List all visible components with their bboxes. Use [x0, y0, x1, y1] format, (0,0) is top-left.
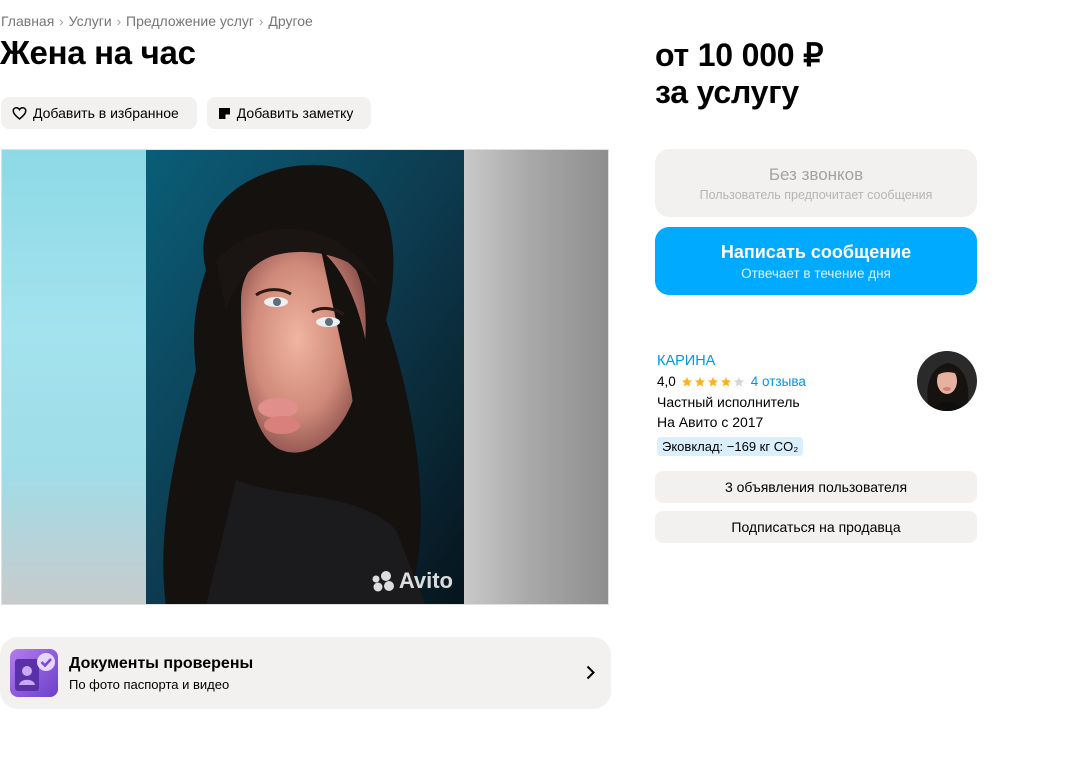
page-title: Жена на час: [0, 34, 196, 71]
gallery-blur-left: [2, 150, 146, 604]
main-photo[interactable]: Avito: [146, 150, 465, 604]
star-icon: [720, 376, 731, 386]
write-message-button[interactable]: Написать сообщение Отвечает в течение дн…: [655, 227, 977, 295]
reviews-link[interactable]: 4 отзыва: [751, 374, 806, 389]
avito-logo-icon: [372, 571, 394, 592]
price: от 10 000 ₽ за услугу: [655, 37, 823, 111]
breadcrumb-home[interactable]: Главная: [1, 13, 54, 29]
eco-contribution-badge[interactable]: Эковклад: −169 кг CO₂: [657, 437, 804, 456]
price-amount: от 10 000 ₽: [655, 37, 824, 73]
user-ads-button[interactable]: 3 объявления пользователя: [655, 471, 977, 503]
star-icon: [733, 376, 744, 386]
write-message-title: Написать сообщение: [720, 241, 912, 262]
note-icon: [218, 107, 230, 119]
add-note-button[interactable]: Добавить заметку: [206, 97, 372, 129]
breadcrumb-separator-icon: ›: [116, 13, 122, 29]
seller-since: На Авито с 2017: [657, 414, 764, 430]
documents-title: Документы проверены: [69, 654, 254, 672]
gallery-blur-right: [464, 150, 608, 604]
breadcrumb-separator-icon: ›: [59, 13, 64, 29]
listing-actions: Добавить в избранное Добавить заметку: [1, 97, 372, 129]
star-icon: [707, 376, 718, 386]
documents-text: Документы проверены По фото паспорта и в…: [69, 655, 253, 692]
rating-stars: [681, 376, 745, 388]
breadcrumb: Главная › Услуги › Предложение услуг › Д…: [1, 13, 313, 29]
portrait-image: [146, 150, 465, 604]
breadcrumb-offers[interactable]: Предложение услуг: [126, 13, 254, 29]
star-icon: [681, 376, 692, 386]
seller-avatar[interactable]: [917, 351, 977, 411]
breadcrumb-services[interactable]: Услуги: [69, 13, 112, 29]
heart-icon: [12, 106, 27, 120]
documents-verified-card[interactable]: Документы проверены По фото паспорта и в…: [0, 637, 611, 709]
watermark-text: Avito: [398, 568, 453, 593]
no-calls-button: Без звонков Пользователь предпочитает со…: [655, 149, 977, 217]
no-calls-subtitle: Пользователь предпочитает сообщения: [699, 187, 933, 202]
star-icon: [694, 376, 705, 386]
photo-gallery[interactable]: Avito: [1, 149, 609, 605]
chevron-right-icon: [586, 665, 595, 680]
documents-subtitle: По фото паспорта и видео: [69, 676, 230, 692]
breadcrumb-other[interactable]: Другое: [268, 13, 312, 29]
subscribe-seller-button[interactable]: Подписаться на продавца: [655, 511, 977, 543]
price-unit: за услугу: [655, 74, 799, 110]
no-calls-title: Без звонков: [768, 164, 864, 184]
add-note-label: Добавить заметку: [236, 105, 354, 121]
add-to-favorites-label: Добавить в избранное: [33, 105, 179, 121]
avatar-image: [917, 351, 977, 411]
breadcrumb-separator-icon: ›: [259, 13, 264, 29]
write-message-subtitle: Отвечает в течение дня: [741, 265, 891, 281]
verified-documents-icon: [10, 649, 58, 697]
add-to-favorites-button[interactable]: Добавить в избранное: [1, 97, 197, 129]
rating-value: 4,0: [657, 374, 676, 389]
avito-watermark: Avito: [370, 568, 453, 594]
